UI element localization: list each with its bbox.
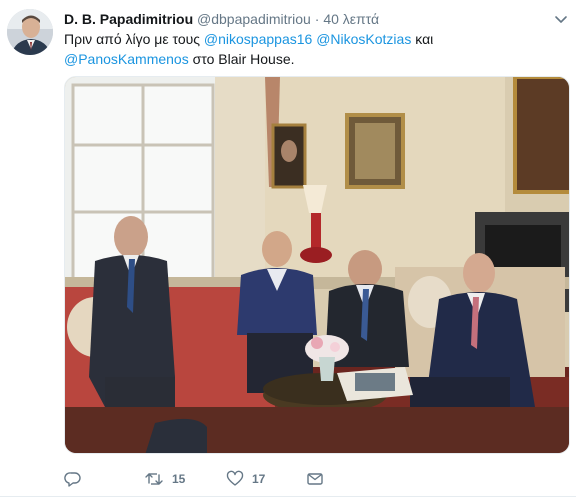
tweet-divider [0, 496, 576, 497]
reply-button[interactable] [64, 469, 90, 489]
mention-nikoskotzias[interactable]: @NikosKotzias [316, 31, 411, 47]
reply-icon [64, 472, 81, 487]
chevron-down-icon[interactable] [554, 12, 568, 26]
tweet-photo[interactable] [64, 76, 570, 454]
retweet-icon [145, 473, 163, 485]
tweet-actions: 15 17 [64, 469, 484, 489]
avatar-image [7, 9, 53, 55]
message-button[interactable] [306, 469, 324, 489]
tweet-timestamp[interactable]: 40 λεπτά [323, 11, 379, 27]
mention-nikospappas16[interactable]: @nikospappas16 [204, 31, 312, 47]
author-handle[interactable]: @dbpapadimitriou [197, 11, 311, 27]
meeting-photo [65, 77, 569, 453]
like-count: 17 [252, 472, 266, 486]
tweet-text-middle: και [411, 31, 434, 47]
tweet-text: Πριν από λίγο με τους @nikospappas16 @Ni… [64, 29, 554, 69]
retweet-count: 15 [172, 472, 186, 486]
like-button[interactable]: 17 [226, 469, 265, 489]
author-name[interactable]: D. B. Papadimitriou [64, 11, 193, 27]
tweet-header: D. B. Papadimitriou @dbpapadimitriou · 4… [64, 10, 546, 28]
tweet-text-suffix: στο Blair House. [188, 51, 295, 67]
tweet-text-prefix: Πριν από λίγο με τους [64, 31, 204, 47]
mention-panoskammenos[interactable]: @PanosKammenos [64, 51, 189, 67]
avatar[interactable] [7, 9, 53, 55]
header-separator: · [314, 11, 320, 27]
retweet-button[interactable]: 15 [144, 469, 185, 489]
previous-tweet-fragment [64, 0, 204, 6]
envelope-icon [307, 473, 323, 485]
heart-icon [226, 470, 244, 486]
